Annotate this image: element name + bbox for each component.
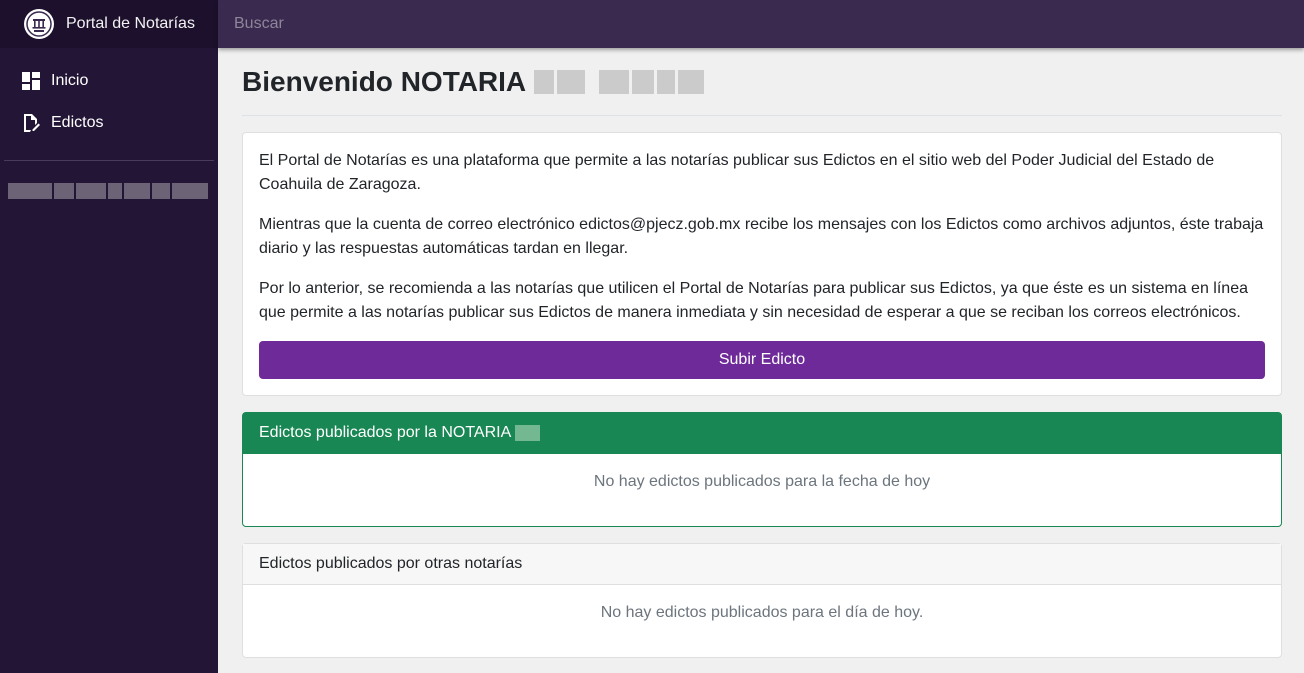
page-title: Bienvenido NOTARIA bbox=[242, 48, 1282, 116]
intro-paragraph: El Portal de Notarías es una plataforma … bbox=[259, 152, 1215, 193]
file-edit-icon bbox=[22, 114, 40, 132]
sidebar-item-inicio[interactable]: Inicio bbox=[0, 60, 218, 102]
search-input[interactable] bbox=[218, 0, 818, 48]
intro-paragraph: Por lo anterior, se recomienda a las not… bbox=[259, 280, 1248, 321]
intro-card: El Portal de Notarías es una plataforma … bbox=[242, 132, 1282, 396]
redacted-notary-name bbox=[534, 69, 705, 94]
other-edicts-empty-message: No hay edictos publicados para el día de… bbox=[600, 604, 924, 621]
sidebar-item-label: Edictos bbox=[51, 114, 104, 131]
sidebar: Portal de Notarías Inicio Edictos bbox=[0, 0, 218, 673]
main-content: Bienvenido NOTARIA El Portal de Notarías… bbox=[242, 48, 1282, 658]
brand-link[interactable]: Portal de Notarías bbox=[0, 0, 218, 48]
sidebar-item-edictos[interactable]: Edictos bbox=[0, 102, 218, 144]
other-edicts-card: Edictos publicados por otras notarías No… bbox=[242, 543, 1282, 658]
sidebar-item-label: Inicio bbox=[51, 72, 89, 89]
subir-edicto-button[interactable]: Subir Edicto bbox=[259, 341, 1265, 379]
own-edicts-header: Edictos publicados por la NOTARIA bbox=[243, 413, 1281, 454]
own-edicts-empty-message: No hay edictos publicados para la fecha … bbox=[593, 473, 931, 490]
brand-title: Portal de Notarías bbox=[66, 15, 195, 32]
redacted-notary-number bbox=[515, 425, 541, 441]
redacted-user-info bbox=[8, 179, 222, 203]
sidebar-divider bbox=[4, 160, 214, 161]
page-title-text: Bienvenido NOTARIA bbox=[242, 65, 527, 97]
own-edicts-card: Edictos publicados por la NOTARIA No hay… bbox=[242, 412, 1282, 527]
sidebar-nav: Inicio Edictos bbox=[0, 48, 218, 144]
topbar bbox=[218, 0, 1304, 48]
dashboard-icon bbox=[22, 72, 40, 90]
intro-paragraph: Mientras que la cuenta de correo electró… bbox=[259, 216, 1264, 257]
pjecz-seal-icon bbox=[24, 9, 54, 39]
other-edicts-header: Edictos publicados por otras notarías bbox=[243, 544, 1281, 585]
own-edicts-header-text: Edictos publicados por la NOTARIA bbox=[259, 424, 512, 441]
